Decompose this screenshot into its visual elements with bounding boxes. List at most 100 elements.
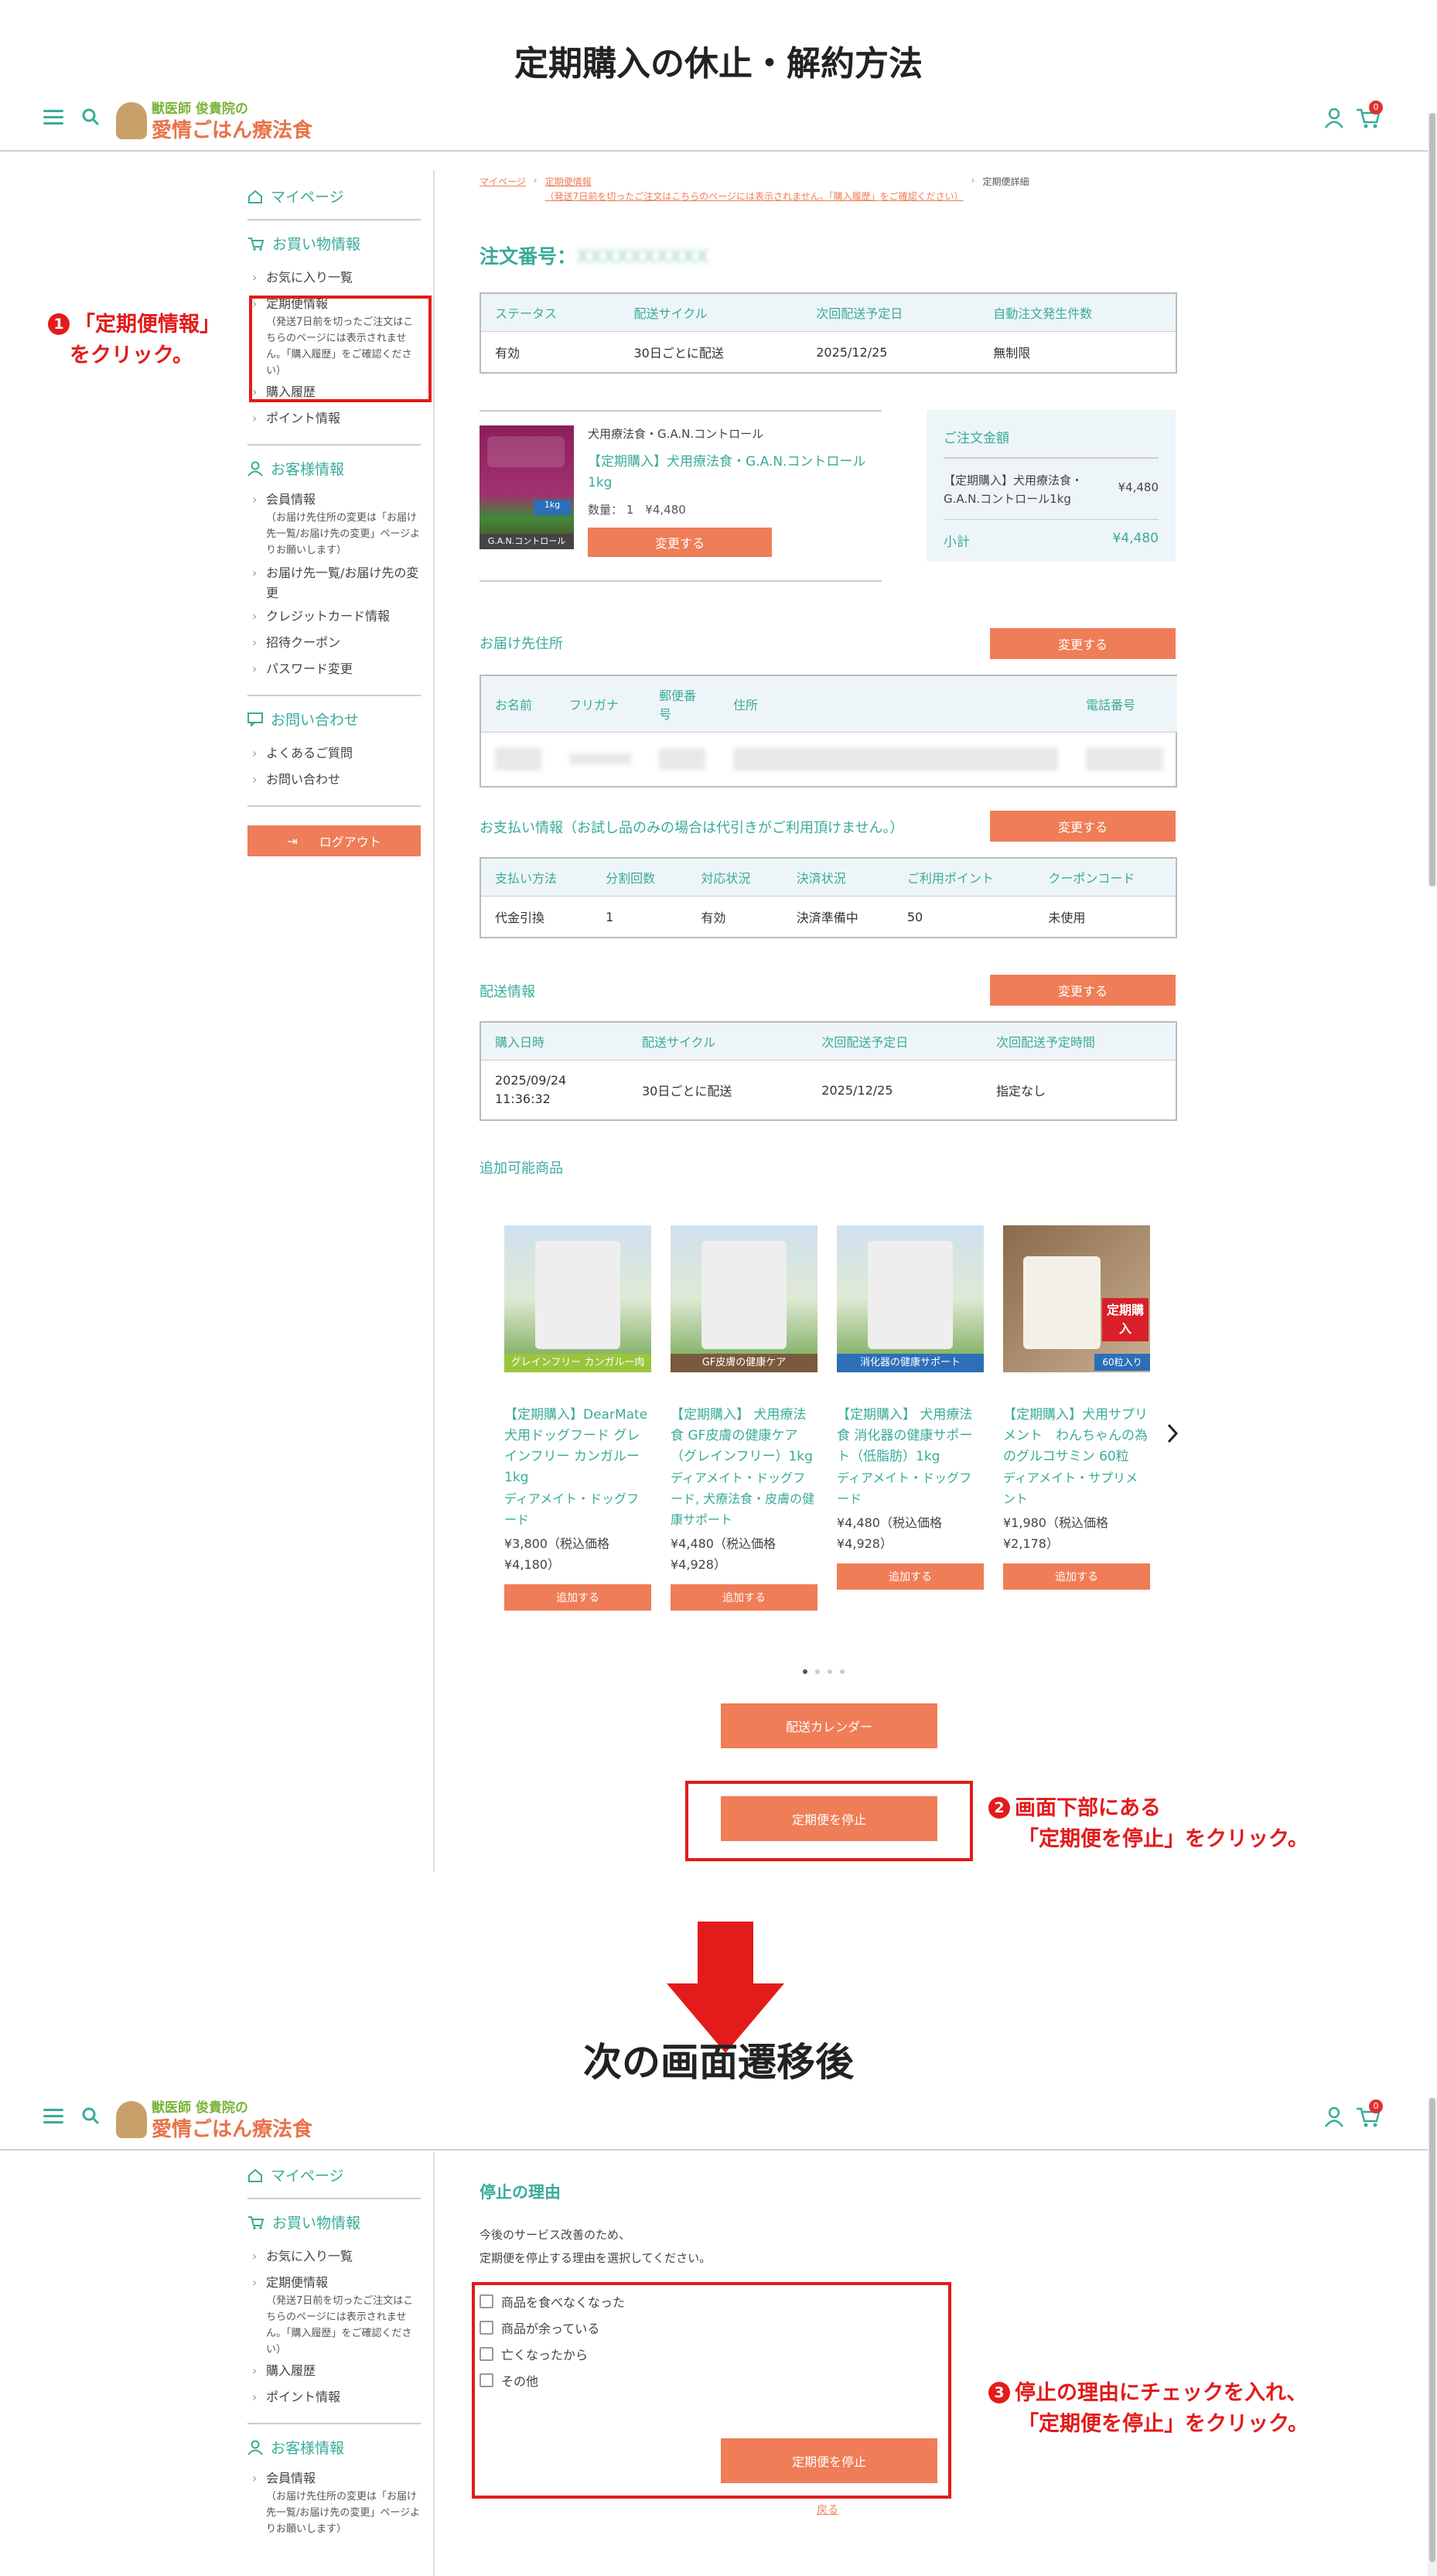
- add-product-button[interactable]: 追加する: [837, 1563, 984, 1590]
- scrollbar[interactable]: [1428, 113, 1437, 887]
- sidebar-item-points[interactable]: ポイント情報: [247, 2384, 421, 2410]
- sidebar-item-coupon[interactable]: 招待クーポン: [247, 630, 421, 656]
- sidebar-item-history[interactable]: 購入履歴: [247, 2358, 421, 2384]
- site-logo[interactable]: 獣医師 俊貴院の 愛情ごはん療法食: [116, 94, 312, 142]
- summary-title: ご注文金額: [944, 427, 1159, 459]
- addable-product-1: グレインフリー カンガルー肉 【定期購入】DearMate 犬用ドッグフード グ…: [504, 1225, 651, 1611]
- hamburger-menu-icon[interactable]: [43, 2109, 63, 2124]
- addable-product-name[interactable]: 【定期購入】 犬用療法食 GF皮膚の健康ケア（グレインフリー）1kg: [671, 1405, 817, 1467]
- breadcrumb: マイページ › 定期便情報 （発送7日前を切ったご注文はこちらのページには表示され…: [480, 175, 1176, 204]
- product-name[interactable]: 【定期購入】犬用療法食・G.A.N.コントロール1kg: [588, 452, 882, 494]
- delivery-table: お名前 フリガナ 郵便番号 住所 電話番号: [480, 675, 1177, 787]
- column-divider: [433, 170, 435, 1872]
- cart-count-badge: 0: [1369, 2099, 1383, 2113]
- sidebar-shopping-head: お買い物情報: [247, 233, 421, 254]
- table-row: [481, 732, 1177, 787]
- addable-product-price: ¥4,480（税込価格 ¥4,928）: [671, 1536, 776, 1572]
- addable-product-name[interactable]: 【定期購入】 犬用療法食 消化器の健康サポート（低脂肪）1kg: [837, 1405, 984, 1467]
- product-image[interactable]: 消化器の健康サポート: [837, 1225, 984, 1372]
- delivery-calendar-button[interactable]: 配送カレンダー: [721, 1703, 937, 1748]
- user-icon[interactable]: [1324, 2106, 1344, 2127]
- sidebar-2: マイページ お買い物情報 お気に入り一覧 定期便情報 （発送7日前を切ったご注文…: [247, 2164, 421, 2537]
- addable-product-category: ディアメイト・ドッグフード: [504, 1491, 640, 1527]
- dog-logo-icon: [116, 102, 147, 139]
- highlight-box-teiki: [249, 296, 432, 402]
- change-delivery-button[interactable]: 変更する: [990, 628, 1176, 659]
- table-header-row: ステータス 配送サイクル 次回配送予定日 自動注文発生件数: [481, 292, 1176, 332]
- user-icon[interactable]: [1324, 107, 1344, 128]
- user-icon: [247, 461, 263, 477]
- annotation-1: 1 「定期便情報」 をクリック。: [48, 309, 241, 371]
- highlight-box-stop: [685, 1781, 973, 1861]
- site-header: 獣医師 俊貴院の 愛情ごはん療法食 0: [0, 87, 1437, 152]
- annotation-3: 3 停止の理由にチェックを入れ、 「定期便を停止」をクリック。: [988, 2378, 1422, 2440]
- addable-title: 追加可能商品: [480, 1160, 563, 1177]
- sidebar-item-faq[interactable]: よくあるご質問: [247, 740, 421, 767]
- second-title: 次の画面遷移後: [583, 2040, 854, 2085]
- user-icon: [247, 2440, 263, 2455]
- cart-button[interactable]: 0: [1355, 2099, 1383, 2129]
- sidebar-item-points[interactable]: ポイント情報: [247, 405, 421, 432]
- back-link[interactable]: 戻る: [817, 2502, 838, 2517]
- change-product-button[interactable]: 変更する: [588, 528, 772, 557]
- home-icon: [248, 2168, 262, 2182]
- addable-product-name[interactable]: 【定期購入】DearMate 犬用ドッグフード グレインフリー カンガルー 1k…: [504, 1405, 651, 1488]
- logout-button[interactable]: ⇥ ログアウト: [247, 825, 421, 856]
- sidebar-item-favorites[interactable]: お気に入り一覧: [247, 2243, 421, 2270]
- table-header-row: 購入日時 配送サイクル 次回配送予定日 次回配送予定時間: [481, 1021, 1176, 1061]
- sidebar-item-teiki[interactable]: 定期便情報: [247, 2273, 421, 2293]
- order-summary: ご注文金額 【定期購入】犬用療法食・G.A.N.コントロール1kg ¥4,480…: [927, 410, 1176, 562]
- addable-product-3: 消化器の健康サポート 【定期購入】 犬用療法食 消化器の健康サポート（低脂肪）1…: [837, 1225, 984, 1590]
- cart-icon: [248, 2216, 265, 2229]
- product-image[interactable]: GF皮膚の健康ケア: [671, 1225, 817, 1372]
- add-product-button[interactable]: 追加する: [671, 1584, 817, 1611]
- add-product-button[interactable]: 追加する: [504, 1584, 651, 1611]
- home-icon: [248, 190, 262, 203]
- product-qty: 数量： 1 ¥4,480: [588, 503, 686, 517]
- site-logo[interactable]: 獣医師 俊貴院の 愛情ごはん療法食: [116, 2093, 312, 2141]
- carousel-next-icon[interactable]: [1165, 1422, 1180, 1445]
- product-image[interactable]: 定期購入 60粒入り: [1003, 1225, 1150, 1372]
- sidebar-item-favorites[interactable]: お気に入り一覧: [247, 265, 421, 291]
- divider: [247, 444, 421, 446]
- sidebar-mypage[interactable]: マイページ: [247, 2164, 421, 2185]
- addable-product-name[interactable]: 【定期購入】犬用サプリメント わんちゃんの為のグルコサミン 60粒: [1003, 1405, 1150, 1467]
- change-payment-button[interactable]: 変更する: [990, 811, 1176, 842]
- divider: [247, 695, 421, 696]
- sidebar-item-password[interactable]: パスワード変更: [247, 656, 421, 682]
- subtotal-value: ¥4,480: [1112, 531, 1159, 546]
- stop-reason-title: 停止の理由: [480, 2183, 561, 2202]
- subtotal-label: 小計: [944, 535, 970, 550]
- annotation-2: 2 画面下部にある 「定期便を停止」をクリック。: [988, 1793, 1391, 1855]
- hamburger-menu-icon[interactable]: [43, 110, 63, 125]
- search-icon[interactable]: [80, 107, 101, 127]
- cart-icon: [248, 237, 265, 251]
- sidebar-item-card[interactable]: クレジットカード情報: [247, 603, 421, 630]
- order-number: 注文番号：XXXXXXXXXX: [480, 245, 709, 268]
- add-product-button[interactable]: 追加する: [1003, 1563, 1150, 1590]
- breadcrumb-teiki[interactable]: 定期便情報 （発送7日前を切ったご注文はこちらのページには表示されません。「購入履…: [545, 175, 964, 204]
- sidebar-item-member[interactable]: 会員情報: [247, 2468, 421, 2489]
- sidebar-customer-head: お客様情報: [247, 458, 421, 479]
- scrollbar[interactable]: [1428, 2098, 1437, 2576]
- sidebar-item-member[interactable]: 会員情報: [247, 490, 421, 510]
- logout-icon: ⇥: [287, 833, 298, 849]
- sidebar-item-inquiry[interactable]: お問い合わせ: [247, 767, 421, 793]
- addable-product-price: ¥1,980（税込価格 ¥2,178）: [1003, 1515, 1108, 1551]
- dog-logo-icon: [116, 2101, 147, 2138]
- sidebar: マイページ お買い物情報 お気に入り一覧 定期便情報 （発送7日前を切ったご注文…: [247, 186, 421, 856]
- cart-button[interactable]: 0: [1355, 101, 1383, 130]
- sidebar-mypage[interactable]: マイページ: [247, 186, 421, 207]
- chevron-right-icon: ›: [533, 175, 538, 186]
- product-image[interactable]: 1kg G.A.N.コントロール: [480, 425, 574, 549]
- sidebar-item-address[interactable]: お届け先一覧/お届け先の変更: [247, 563, 421, 603]
- table-header-row: お名前 フリガナ 郵便番号 住所 電話番号: [481, 675, 1177, 733]
- table-row: 2025/09/24 11:36:32 30日ごとに配送 2025/12/25 指定な…: [481, 1060, 1176, 1121]
- product-image[interactable]: グレインフリー カンガルー肉: [504, 1225, 651, 1372]
- search-icon[interactable]: [80, 2106, 101, 2126]
- carousel-dots[interactable]: [803, 1669, 845, 1674]
- divider: [247, 2198, 421, 2199]
- breadcrumb-mypage[interactable]: マイページ: [480, 175, 526, 188]
- change-shipping-button[interactable]: 変更する: [990, 975, 1176, 1006]
- order-status-table: ステータス 配送サイクル 次回配送予定日 自動注文発生件数 有効 30日ごとに配送 202…: [480, 292, 1177, 374]
